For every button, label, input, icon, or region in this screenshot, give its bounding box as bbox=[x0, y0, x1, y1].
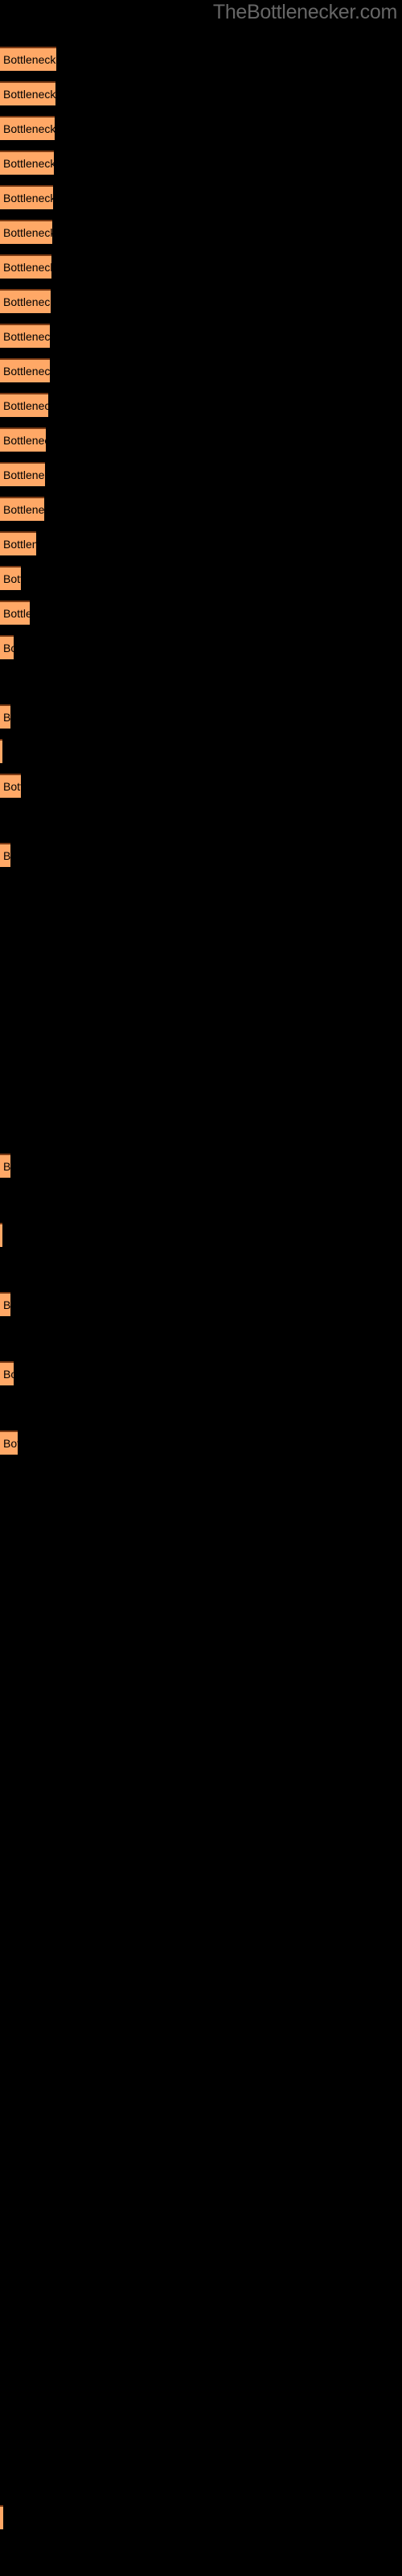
bar-row[interactable]: Bottleneck result bbox=[0, 427, 46, 452]
bar-row[interactable]: Bottleneck result bbox=[0, 1361, 14, 1385]
bar-segment[interactable]: Bottleneck result bbox=[0, 1154, 10, 1178]
bar-label: Bottleneck result bbox=[3, 434, 46, 447]
bar-label: Bottleneck result bbox=[3, 399, 48, 412]
bar-segment[interactable]: Bottleneck result bbox=[0, 116, 55, 140]
bar-row[interactable]: Bottleneck result bbox=[0, 462, 45, 486]
bar-label: Bottleneck result bbox=[3, 1368, 14, 1381]
bar-row[interactable]: Bottleneck result bbox=[0, 1154, 10, 1178]
bar-row[interactable]: Bottleneck result bbox=[0, 220, 52, 244]
bar-segment[interactable]: Bottleneck result bbox=[0, 704, 10, 729]
bar-segment[interactable]: Bottleneck result bbox=[0, 427, 46, 452]
bar-row[interactable]: Bottleneck result bbox=[0, 1223, 2, 1247]
bar-label: Bottleneck result bbox=[3, 469, 45, 481]
bar-label: Bottleneck result bbox=[3, 849, 10, 862]
bar-row[interactable]: Bottleneck result bbox=[0, 566, 21, 590]
bar-segment[interactable]: Bottleneck result bbox=[0, 531, 36, 555]
bar-row[interactable]: Bottleneck result bbox=[0, 116, 55, 140]
bar-segment[interactable]: Bottleneck result bbox=[0, 324, 50, 348]
bar-row[interactable]: Bottleneck result bbox=[0, 774, 21, 798]
bar-row[interactable]: Bottleneck result bbox=[0, 254, 51, 279]
bottleneck-bar-chart: TheBottlenecker.com Bottleneck resultBot… bbox=[0, 0, 402, 2576]
bar-label: Bottleneck result bbox=[3, 261, 51, 274]
bar-row[interactable]: Bottleneck result bbox=[0, 497, 44, 521]
bar-label: Bottleneck result bbox=[3, 503, 44, 516]
bar-label: Bottleneck result bbox=[3, 330, 50, 343]
bar-label: Bottleneck result bbox=[3, 53, 56, 66]
bar-label: Bottleneck result bbox=[3, 572, 21, 585]
bar-segment[interactable]: Bottleneck result bbox=[0, 601, 30, 625]
bar-row[interactable]: Bottleneck result bbox=[0, 635, 14, 659]
bar-row[interactable]: Bottleneck result bbox=[0, 358, 50, 382]
bar-row[interactable]: Bottleneck result bbox=[0, 185, 53, 209]
bar-label: Bottleneck result bbox=[3, 711, 10, 724]
bar-row[interactable]: Bottleneck result bbox=[0, 1292, 10, 1316]
bar-segment[interactable]: Bottleneck result bbox=[0, 47, 56, 71]
bar-row[interactable]: Bottleneck result bbox=[0, 2505, 3, 2529]
bar-row[interactable]: Bottleneck result bbox=[0, 704, 10, 729]
bar-label: Bottleneck result bbox=[3, 780, 21, 793]
bar-row[interactable]: Bottleneck result bbox=[0, 843, 10, 867]
bar-segment[interactable]: Bottleneck result bbox=[0, 1223, 2, 1247]
bar-label: Bottleneck result bbox=[3, 295, 51, 308]
bar-label: Bottleneck result bbox=[3, 226, 52, 239]
bar-segment[interactable]: Bottleneck result bbox=[0, 81, 55, 105]
bar-segment[interactable]: Bottleneck result bbox=[0, 151, 54, 175]
bar-segment[interactable]: Bottleneck result bbox=[0, 289, 51, 313]
bar-label: Bottleneck result bbox=[3, 1160, 10, 1173]
bar-row[interactable]: Bottleneck result bbox=[0, 151, 54, 175]
bar-label: Bottleneck result bbox=[3, 1298, 10, 1311]
bar-row[interactable]: Bottleneck result bbox=[0, 601, 30, 625]
bar-segment[interactable]: Bottleneck result bbox=[0, 1361, 14, 1385]
bar-segment[interactable]: Bottleneck result bbox=[0, 1292, 10, 1316]
bar-segment[interactable]: Bottleneck result bbox=[0, 1430, 18, 1455]
bar-segment[interactable]: Bottleneck result bbox=[0, 254, 51, 279]
bar-row[interactable]: Bottleneck result bbox=[0, 47, 56, 71]
bar-label: Bottleneck result bbox=[3, 192, 53, 204]
bar-label: Bottleneck result bbox=[3, 122, 55, 135]
bar-row[interactable]: Bottleneck result bbox=[0, 1430, 18, 1455]
bar-segment[interactable]: Bottleneck result bbox=[0, 739, 2, 763]
bar-segment[interactable]: Bottleneck result bbox=[0, 220, 52, 244]
bar-label: Bottleneck result bbox=[3, 607, 30, 620]
bar-row[interactable]: Bottleneck result bbox=[0, 289, 51, 313]
bar-row[interactable]: Bottleneck result bbox=[0, 739, 2, 763]
bar-segment[interactable]: Bottleneck result bbox=[0, 497, 44, 521]
bar-segment[interactable]: Bottleneck result bbox=[0, 566, 21, 590]
bar-row[interactable]: Bottleneck result bbox=[0, 393, 48, 417]
bar-row[interactable]: Bottleneck result bbox=[0, 324, 50, 348]
bar-segment[interactable]: Bottleneck result bbox=[0, 393, 48, 417]
bar-segment[interactable]: Bottleneck result bbox=[0, 358, 50, 382]
bar-segment[interactable]: Bottleneck result bbox=[0, 2505, 3, 2529]
bar-label: Bottleneck result bbox=[3, 88, 55, 101]
bar-segment[interactable]: Bottleneck result bbox=[0, 462, 45, 486]
bar-label: Bottleneck result bbox=[3, 538, 36, 551]
bar-label: Bottleneck result bbox=[3, 1437, 18, 1450]
bar-segment[interactable]: Bottleneck result bbox=[0, 635, 14, 659]
bar-row[interactable]: Bottleneck result bbox=[0, 531, 36, 555]
bar-label: Bottleneck result bbox=[3, 642, 14, 654]
bar-segment[interactable]: Bottleneck result bbox=[0, 843, 10, 867]
bar-segment[interactable]: Bottleneck result bbox=[0, 185, 53, 209]
bar-row[interactable]: Bottleneck result bbox=[0, 81, 55, 105]
bar-label: Bottleneck result bbox=[3, 365, 50, 378]
bar-segment[interactable]: Bottleneck result bbox=[0, 774, 21, 798]
bar-series-layer: Bottleneck result Bottleneck result Bottle… bbox=[0, 0, 402, 2576]
bar-label: Bottleneck result bbox=[3, 157, 54, 170]
